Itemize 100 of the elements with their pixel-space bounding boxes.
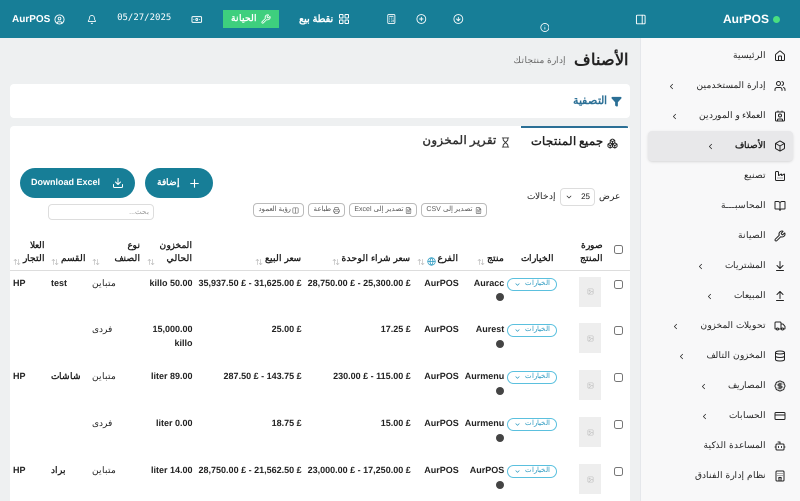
hourglass-icon [500,136,511,148]
tab[interactable]: جميع المنتجات [520,126,628,158]
sidebar-item[interactable]: الصيانة [648,221,793,251]
image-icon [586,382,594,388]
add-circle-icon[interactable] [416,13,427,25]
page-size-select[interactable]: 25 [560,188,595,206]
table-cell-text: liter 0.00 [155,417,194,430]
plus-icon [188,176,202,190]
truck-icon [774,320,786,332]
sidebar-label: الحسابات [729,409,766,422]
bell-icon[interactable] [87,14,98,24]
sidebar-label: المصاريف [728,379,766,392]
tab[interactable]: تقرير المخزون [412,126,521,158]
chevron-icon [699,382,708,390]
download-excel-button[interactable]: Download Excel [20,168,136,198]
product-name: Aurmenu [464,417,504,430]
sidebar-label: المخزون التالف [706,349,766,362]
table-cell: 28,750.00 £ - 25,300.00 £ [304,270,414,317]
pos-button[interactable]: نقطة بيع [298,12,350,26]
sidebar-label: المساعدة الذكية [703,439,766,452]
select-all-checkbox[interactable] [614,245,622,254]
table-cell: متباين [89,270,144,317]
table-cell: 35,937.50 £ - 31,625.00 £ [196,270,305,317]
sidebar-toggle-icon[interactable] [635,12,647,26]
filter-panel[interactable]: التصفية [10,84,630,118]
sidebar-item[interactable]: العملاء و الموردين [648,101,793,131]
sidebar-item[interactable]: تحويلات المخزون [648,311,793,341]
sidebar-item[interactable]: المساعدة الذكية [648,431,793,461]
row-checkbox[interactable] [614,467,622,476]
caret-icon [514,280,522,288]
table-cell-text: 230.00 £ - 115.00 £ [332,370,412,383]
table-cell: test [48,270,90,317]
table-cell: AurPOS [414,270,462,317]
column-header[interactable]: منتج [487,252,504,266]
brand-logo: AurPOS [722,11,769,28]
chevron-icon [696,262,705,270]
row-checkbox[interactable] [614,373,622,382]
sidebar-label: الأصناف [735,139,766,152]
sidebar-item[interactable]: إدارة المستخدمين [648,71,793,101]
building-icon [774,470,786,482]
column-header[interactable]: القسم [61,252,86,266]
sidebar-label: المشتريات [725,259,766,272]
user-icon [54,14,66,24]
sidebar-item[interactable]: المخزون التالف [648,341,793,371]
table-cell-text: HP [12,464,27,477]
table-cell-text: AurPOS [423,417,460,430]
book-icon [774,200,786,212]
caret-icon [514,468,522,475]
table-cell-text: 17.25 £ [380,323,412,336]
product-name: Aurest [474,323,504,336]
sidebar-item[interactable]: الرئيسية [648,41,793,71]
column-header[interactable]: نوع الصنف [102,238,141,266]
sidebar-label: تصنيع [744,169,766,182]
page-title: الأصناف [574,49,628,73]
table-cell-text: liter 89.00 [150,370,194,383]
sidebar-item[interactable]: المبيعات [648,281,793,311]
sidebar-item[interactable]: المشتريات [648,251,793,281]
table-cell-text: 15,000.00 killo [151,323,194,350]
column-header[interactable]: العلا التجار [23,238,45,266]
sidebar-item[interactable]: الأصناف [648,131,793,161]
sidebar-item[interactable]: المحاسبـــة [648,191,793,221]
user-menu[interactable]: AurPOS [12,12,66,26]
filter-icon [611,96,622,106]
filter-label: التصفية [573,94,607,109]
download-icon[interactable] [452,13,464,25]
table-cell: killo 50.00 [144,270,196,317]
table-cell-text: 23,000.00 £ - 17,250.00 £ [306,464,412,477]
calculator-icon[interactable] [386,13,396,25]
column-header[interactable]: المخزون الحالي [156,238,193,266]
sidebar-item[interactable]: نظام إدارة الفنادق [648,461,793,491]
sidebar-item[interactable]: الحسابات [648,401,793,431]
product-name: AurPOS [468,464,504,477]
column-header[interactable]: سعر البيع [265,252,302,266]
sidebar-label: العملاء و الموردين [698,109,766,122]
table-cell-text: AurPOS [423,323,460,336]
column-header[interactable]: الفرع [438,252,459,266]
contact-card-icon [774,110,786,122]
caret-icon [514,374,522,381]
info-icon[interactable] [540,22,550,32]
image-icon [586,428,594,436]
card-icon [774,410,786,422]
grid-icon [338,13,350,25]
column-header[interactable]: سعر شراء الوحدة [342,252,411,266]
sidebar-label: الرئيسية [733,49,766,62]
row-checkbox[interactable] [614,326,622,335]
date-text: 05/27/2025 [117,12,172,26]
table-cell-text: HP [12,370,27,383]
page-subtitle: إدارة منتجاتك [513,54,566,68]
table-cell-text: فردى [91,323,114,336]
table-cell-text: AurPOS [423,464,460,477]
table-cell-text: متباين [91,464,118,478]
column-header[interactable]: الخيارات [521,252,554,266]
row-checkbox[interactable] [614,420,622,429]
row-checkbox[interactable] [614,280,622,288]
column-header[interactable]: صورة المنتج [560,238,603,266]
add-button[interactable]: إضافة [145,168,214,198]
sidebar-item[interactable]: المصاريف [648,371,793,401]
image-icon [586,476,594,482]
sidebar-label: تحويلات المخزون [700,319,766,332]
sidebar-item[interactable]: تصنيع [648,161,793,191]
